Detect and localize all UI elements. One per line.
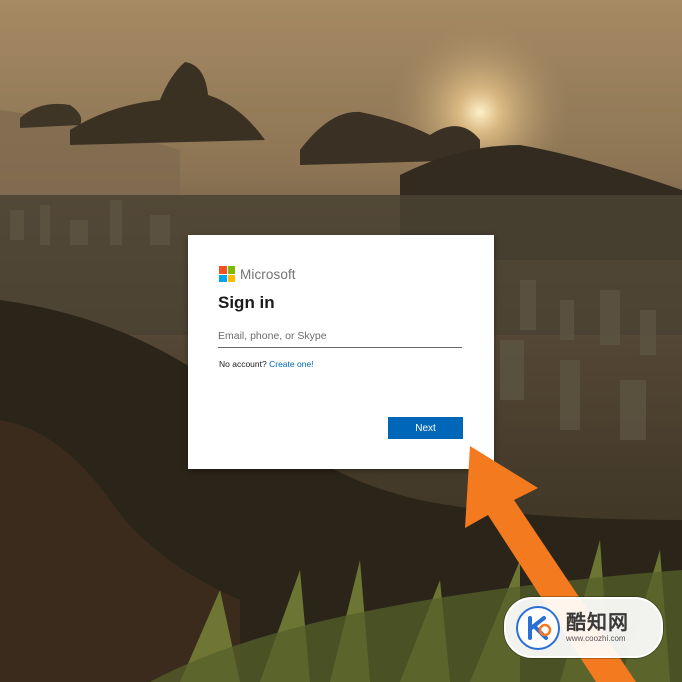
watermark-url: www.coozhi.com: [566, 633, 626, 643]
coozhi-watermark: 酷知网 www.coozhi.com: [504, 597, 663, 658]
logo-yellow-square: [227, 274, 235, 282]
watermark-text: 酷知网 www.coozhi.com: [566, 612, 629, 644]
logo-red-square: [219, 266, 227, 274]
next-button[interactable]: Next: [388, 417, 463, 439]
no-account-text: No account?: [219, 359, 267, 369]
microsoft-logo-row: Microsoft: [219, 266, 296, 282]
watermark-name: 酷知网: [566, 611, 629, 634]
sign-in-dialog: Microsoft Sign in No account? Create one…: [188, 235, 494, 469]
email-phone-skype-input[interactable]: [218, 325, 462, 348]
no-account-row: No account? Create one!: [219, 359, 314, 369]
coozhi-logo-icon: [516, 605, 560, 650]
coozhi-k-icon: [528, 615, 552, 640]
microsoft-logo-icon: [219, 266, 235, 282]
microsoft-brand-text: Microsoft: [240, 266, 296, 282]
logo-green-square: [227, 266, 235, 274]
page-title: Sign in: [218, 293, 275, 312]
create-account-link[interactable]: Create one!: [269, 359, 313, 369]
logo-blue-square: [219, 274, 227, 282]
